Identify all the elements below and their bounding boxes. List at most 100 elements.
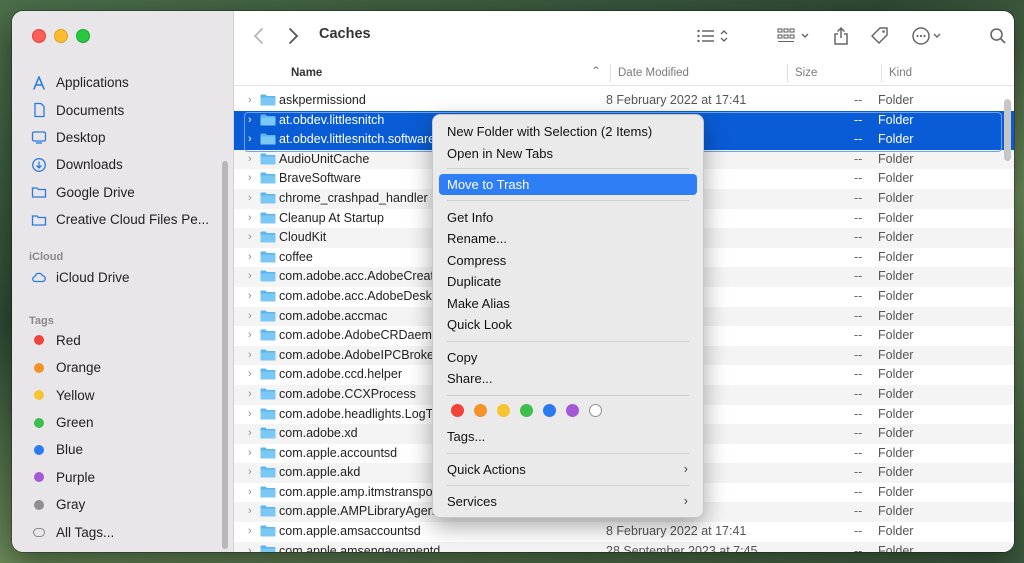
sidebar-item-label: Purple [56,469,96,485]
view-options-button[interactable] [696,25,730,47]
menu-quick-actions[interactable]: Quick Actions › [439,459,697,480]
back-button[interactable] [252,25,266,47]
menu-item-label: Quick Look [447,317,513,332]
menu-compress[interactable]: Compress [439,250,697,271]
table-row[interactable]: › askpermissiond 8 February 2022 at 17:41 -… [234,91,1014,111]
blue-tag-dot[interactable] [543,404,556,417]
sidebar-tag-green[interactable]: Green [12,409,233,436]
folder-icon [260,525,276,537]
green-tag-dot[interactable] [520,404,533,417]
downloads-icon [31,157,47,173]
red-tag-dot[interactable] [451,404,464,417]
disclosure-chevron-icon[interactable]: › [248,251,258,263]
sidebar-item-documents[interactable]: Documents [12,96,233,123]
purple-tag-dot[interactable] [566,404,579,417]
disclosure-chevron-icon[interactable]: › [248,545,258,552]
sidebar-tag-red[interactable]: Red [12,327,233,354]
tag-button[interactable] [870,25,890,47]
disclosure-chevron-icon[interactable]: › [248,388,258,400]
sidebar-item-creative-cloud[interactable]: Creative Cloud Files Pe... [12,206,233,233]
disclosure-chevron-icon[interactable]: › [248,486,258,498]
column-kind[interactable]: Kind [889,67,912,79]
disclosure-chevron-icon[interactable]: › [248,94,258,106]
disclosure-chevron-icon[interactable]: › [248,231,258,243]
disclosure-chevron-icon[interactable]: › [248,310,258,322]
sidebar-tag-orange[interactable]: Orange [12,354,233,381]
disclosure-chevron-icon[interactable]: › [248,427,258,439]
file-size: -- [854,112,863,127]
file-size: -- [854,151,863,166]
sidebar-scrollbar[interactable] [222,161,228,549]
disclosure-chevron-icon[interactable]: › [248,368,258,380]
chevron-right-icon [289,28,299,44]
menu-duplicate[interactable]: Duplicate [439,271,697,292]
sidebar-item-downloads[interactable]: Downloads [12,151,233,178]
menu-get-info[interactable]: Get Info [439,207,697,228]
disclosure-chevron-icon[interactable]: › [248,212,258,224]
table-row[interactable]: › com.apple.amsengagementd 28 September 20… [234,541,1014,552]
file-name: com.adobe.ccd.helper [279,367,402,382]
menu-make-alias[interactable]: Make Alias [439,293,697,314]
menu-rename[interactable]: Rename... [439,228,697,249]
column-name[interactable]: Name [291,67,322,79]
disclosure-chevron-icon[interactable]: › [248,133,258,145]
file-size: -- [854,210,863,225]
menu-item-label: Services [447,494,497,509]
folder-icon [260,270,276,282]
disclosure-chevron-icon[interactable]: › [248,329,258,341]
menu-new-folder-with-selection[interactable]: New Folder with Selection (2 Items) [439,121,697,142]
sidebar-tag-gray[interactable]: Gray [12,491,233,518]
sidebar-all-tags[interactable]: All Tags... [12,518,233,545]
sidebar-item-applications[interactable]: Applications [12,69,233,96]
menu-open-in-new-tabs[interactable]: Open in New Tabs [439,143,697,164]
disclosure-chevron-icon[interactable]: › [248,192,258,204]
more-actions-button[interactable] [911,25,947,47]
minimize-button[interactable] [54,29,68,43]
menu-copy[interactable]: Copy [439,347,697,368]
disclosure-chevron-icon[interactable]: › [248,505,258,517]
search-button[interactable] [989,25,1007,47]
file-date: 28 September 2023 at 7:45 [606,543,758,552]
sidebar-item-label: Red [56,332,81,348]
disclosure-chevron-icon[interactable]: › [248,466,258,478]
file-name: coffee [279,249,313,264]
disclosure-chevron-icon[interactable]: › [248,447,258,459]
sidebar-item-icloud-drive[interactable]: iCloud Drive [12,263,233,290]
sidebar-item-desktop[interactable]: Desktop [12,124,233,151]
disclosure-chevron-icon[interactable]: › [248,172,258,184]
disclosure-chevron-icon[interactable]: › [248,270,258,282]
menu-tags[interactable]: Tags... [439,426,697,447]
close-button[interactable] [32,29,46,43]
folder-icon [260,114,276,126]
share-button[interactable] [832,25,850,47]
disclosure-chevron-icon[interactable]: › [248,349,258,361]
disclosure-chevron-icon[interactable]: › [248,114,258,126]
zoom-button[interactable] [76,29,90,43]
orange-tag-dot[interactable] [474,404,487,417]
sidebar-tag-yellow[interactable]: Yellow [12,382,233,409]
yellow-tag-dot[interactable] [497,404,510,417]
disclosure-chevron-icon[interactable]: › [248,153,258,165]
file-kind: Folder [878,543,914,552]
sidebar-tag-blue[interactable]: Blue [12,436,233,463]
gray-tag-icon [34,499,44,510]
column-date[interactable]: Date Modified [618,67,689,79]
disclosure-chevron-icon[interactable]: › [248,290,258,302]
sidebar-item-label: Green [56,415,94,431]
file-name: BraveSoftware [279,171,361,186]
file-list-scrollbar[interactable] [1004,99,1011,161]
sidebar-tag-purple[interactable]: Purple [12,464,233,491]
column-size[interactable]: Size [795,67,817,79]
forward-button[interactable] [286,25,300,47]
menu-move-to-trash[interactable]: Move to Trash [439,174,697,195]
gray-tag-dot[interactable] [589,404,602,417]
group-button[interactable] [777,25,813,47]
disclosure-chevron-icon[interactable]: › [248,525,258,537]
menu-quick-look[interactable]: Quick Look [439,314,697,335]
menu-share[interactable]: Share... [439,368,697,389]
sidebar-item-google-drive[interactable]: Google Drive [12,179,233,206]
menu-services[interactable]: Services › [439,491,697,512]
menu-item-label: Rename... [447,231,507,246]
disclosure-chevron-icon[interactable]: › [248,408,258,420]
table-row[interactable]: › com.apple.amsaccountsd 8 February 2022 a… [234,522,1014,542]
